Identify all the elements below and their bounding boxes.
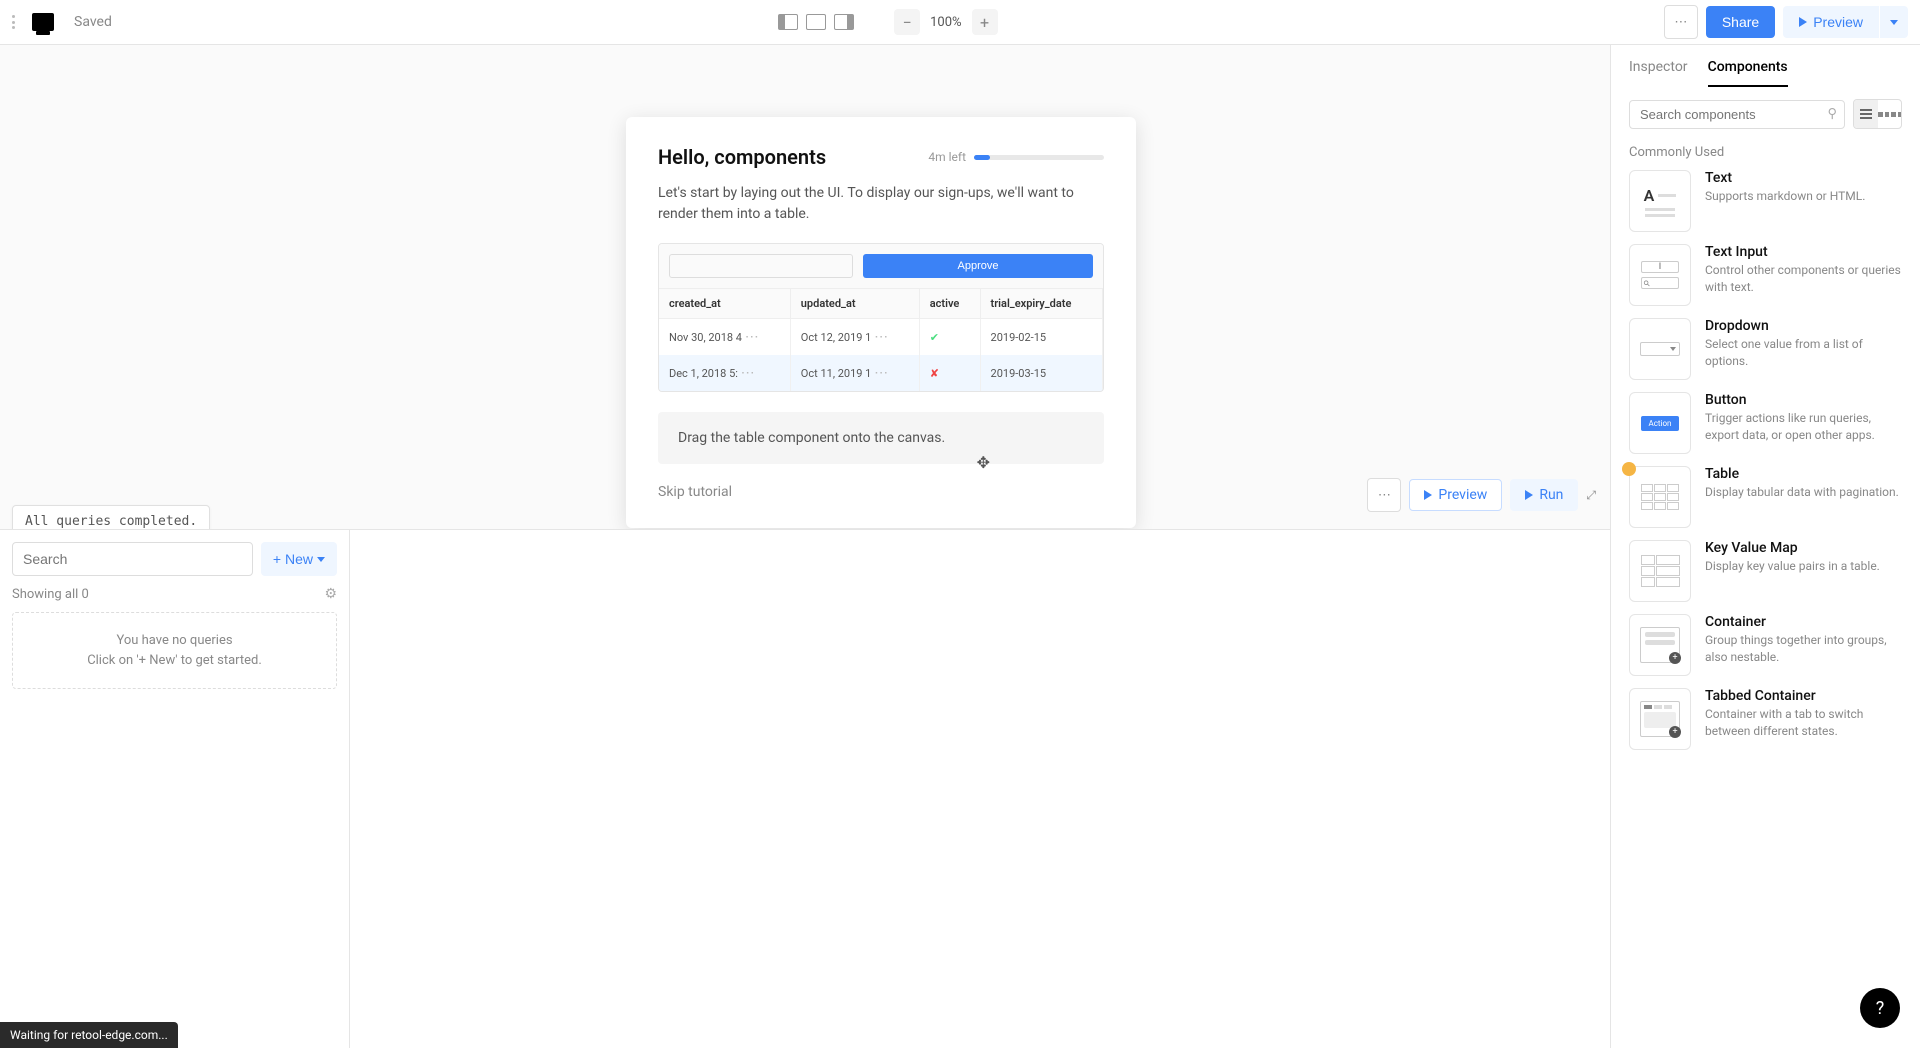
tutorial-instruction: Drag the table component onto the canvas… bbox=[658, 412, 1104, 464]
app-logo-icon[interactable] bbox=[32, 13, 54, 31]
more-menu-button[interactable]: ⋯ bbox=[1664, 5, 1698, 39]
layout-left-panel-icon[interactable] bbox=[778, 14, 798, 30]
component-container[interactable]: ContainerGroup things together into grou… bbox=[1629, 614, 1902, 676]
component-search-input[interactable] bbox=[1629, 100, 1845, 129]
play-icon bbox=[1525, 490, 1533, 500]
query-run-button[interactable]: Run bbox=[1510, 479, 1578, 511]
button-component-icon: Action bbox=[1629, 392, 1691, 454]
layout-full-icon[interactable] bbox=[806, 14, 826, 30]
component-text[interactable]: A TextSupports markdown or HTML. bbox=[1629, 170, 1902, 232]
section-label: Commonly Used bbox=[1611, 141, 1920, 170]
ellipsis-icon: ⋯ bbox=[741, 365, 754, 381]
play-icon bbox=[1424, 490, 1432, 500]
save-status: Saved bbox=[74, 14, 112, 30]
zoom-out-button[interactable]: − bbox=[894, 9, 920, 35]
query-preview-button[interactable]: Preview bbox=[1409, 479, 1502, 511]
empty-state: You have no queries Click on '+ New' to … bbox=[12, 612, 337, 689]
browser-status-bar: Waiting for retool-edge.com... bbox=[0, 1022, 178, 1048]
text-input-component-icon bbox=[1629, 244, 1691, 306]
text-component-icon: A bbox=[1629, 170, 1691, 232]
component-text-input[interactable]: Text InputControl other components or qu… bbox=[1629, 244, 1902, 306]
ellipsis-icon: ⋯ bbox=[874, 329, 887, 345]
expand-icon[interactable]: ⤢ bbox=[1586, 488, 1596, 503]
tab-inspector[interactable]: Inspector bbox=[1629, 59, 1688, 87]
tutorial-time-remaining: 4m left bbox=[928, 150, 1104, 164]
demo-header: updated_at bbox=[790, 289, 919, 319]
right-panel: Inspector Components ⚲ Commonly Used A T… bbox=[1610, 45, 1920, 1048]
check-icon: ✔ bbox=[930, 331, 939, 344]
ellipsis-icon: ⋯ bbox=[874, 365, 887, 381]
skip-tutorial-link[interactable]: Skip tutorial bbox=[658, 484, 1104, 500]
layout-right-panel-icon[interactable] bbox=[834, 14, 854, 30]
zoom-level: 100% bbox=[924, 15, 967, 30]
preview-dropdown-button[interactable] bbox=[1880, 6, 1908, 38]
kv-component-icon bbox=[1629, 540, 1691, 602]
container-component-icon bbox=[1629, 614, 1691, 676]
play-icon bbox=[1799, 17, 1807, 27]
component-table[interactable]: TableDisplay tabular data with paginatio… bbox=[1629, 466, 1902, 528]
demo-preview: Approve created_at updated_at active tri… bbox=[658, 243, 1104, 392]
tutorial-progress-bar bbox=[974, 155, 1104, 160]
drag-handle-icon[interactable] bbox=[12, 15, 20, 29]
tab-components[interactable]: Components bbox=[1708, 59, 1788, 87]
tutorial-description: Let's start by laying out the UI. To dis… bbox=[658, 183, 1104, 225]
grid-view-button[interactable] bbox=[1878, 100, 1902, 128]
demo-header: created_at bbox=[659, 289, 790, 319]
new-query-button[interactable]: + New bbox=[261, 542, 337, 576]
component-button[interactable]: Action ButtonTrigger actions like run qu… bbox=[1629, 392, 1902, 454]
viewport-switcher bbox=[778, 14, 854, 30]
ellipsis-icon: ⋯ bbox=[745, 329, 758, 345]
share-button[interactable]: Share bbox=[1706, 6, 1775, 38]
demo-header: active bbox=[919, 289, 980, 319]
demo-input bbox=[669, 254, 853, 278]
table-component-icon bbox=[1629, 466, 1691, 528]
bottom-panel: + New Showing all 0 ⚙ You have no querie… bbox=[0, 529, 1610, 1048]
chevron-down-icon bbox=[1890, 20, 1898, 25]
query-search-input[interactable] bbox=[12, 542, 253, 576]
list-view-button[interactable] bbox=[1854, 100, 1878, 128]
view-toggle bbox=[1853, 99, 1902, 129]
demo-header: trial_expiry_date bbox=[980, 289, 1102, 319]
demo-approve-button: Approve bbox=[863, 254, 1093, 278]
highlight-badge-icon bbox=[1622, 462, 1636, 476]
move-cursor-icon: ✥ bbox=[977, 453, 990, 472]
search-icon: ⚲ bbox=[1827, 107, 1837, 122]
component-dropdown[interactable]: DropdownSelect one value from a list of … bbox=[1629, 318, 1902, 380]
top-toolbar: Saved − 100% + ⋯ Share Preview bbox=[0, 0, 1920, 45]
showing-count: Showing all 0 bbox=[12, 587, 89, 602]
help-fab-button[interactable]: ? bbox=[1860, 988, 1900, 1028]
dropdown-component-icon bbox=[1629, 318, 1691, 380]
query-more-button[interactable]: ⋯ bbox=[1367, 478, 1401, 512]
chevron-down-icon bbox=[317, 557, 325, 562]
filter-icon[interactable]: ⚙ bbox=[324, 586, 337, 602]
preview-button[interactable]: Preview bbox=[1783, 6, 1879, 38]
component-tabbed-container[interactable]: Tabbed ContainerContainer with a tab to … bbox=[1629, 688, 1902, 750]
zoom-controls: − 100% + bbox=[894, 9, 997, 35]
tutorial-popover: Hello, components 4m left Let's start by… bbox=[626, 117, 1136, 528]
zoom-in-button[interactable]: + bbox=[972, 9, 998, 35]
component-key-value-map[interactable]: Key Value MapDisplay key value pairs in … bbox=[1629, 540, 1902, 602]
tabbed-container-component-icon bbox=[1629, 688, 1691, 750]
tutorial-title: Hello, components bbox=[658, 145, 826, 169]
cross-icon: ✘ bbox=[930, 367, 939, 380]
